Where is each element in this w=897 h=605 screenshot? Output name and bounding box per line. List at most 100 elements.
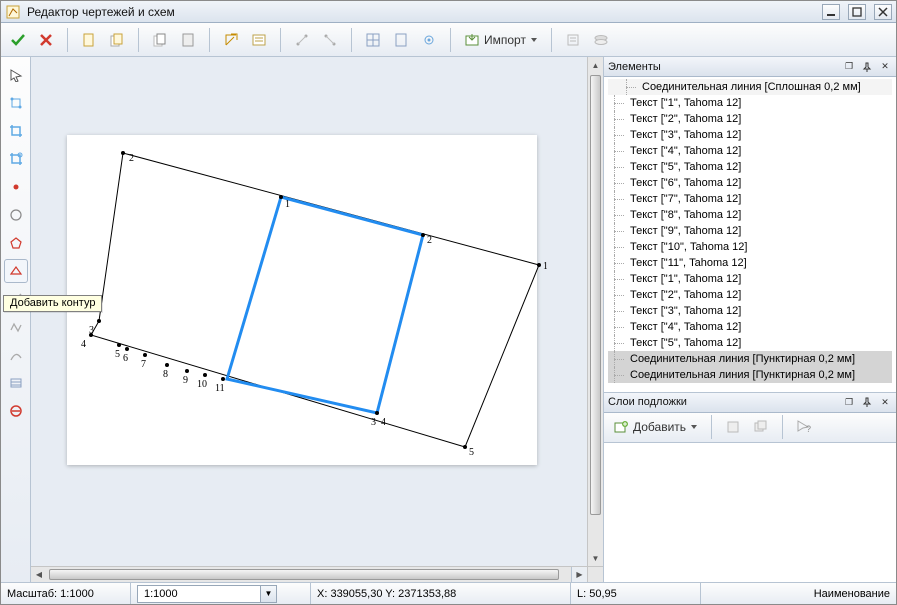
status-scale-combo-cell: 1:1000 ▼ bbox=[131, 583, 311, 604]
layer-up-button[interactable] bbox=[720, 414, 746, 440]
polyline-tool[interactable] bbox=[4, 315, 28, 339]
svg-text:?: ? bbox=[806, 424, 811, 434]
layer-help-button[interactable]: ? bbox=[791, 414, 817, 440]
tree-item[interactable]: Текст ["3", Tahoma 12] bbox=[608, 127, 892, 143]
cancel-button[interactable] bbox=[33, 27, 59, 53]
import-button[interactable]: Импорт bbox=[459, 27, 543, 53]
tree-item[interactable]: Соединительная линия [Пунктирная 0,2 мм] bbox=[608, 367, 892, 383]
layers-pin-button[interactable] bbox=[860, 395, 874, 409]
svg-text:2: 2 bbox=[427, 235, 432, 246]
pointer-tool[interactable] bbox=[4, 63, 28, 87]
crop-rotate-tool[interactable] bbox=[4, 147, 28, 171]
scale-combo[interactable]: 1:1000 ▼ bbox=[137, 585, 277, 603]
canvas-hscroll[interactable]: ◀▶ bbox=[31, 566, 587, 582]
svg-text:5: 5 bbox=[115, 349, 120, 360]
right-panels: Элементы ❐ ✕ Соединительная линия [Сплош… bbox=[603, 57, 896, 582]
forbid-tool[interactable] bbox=[4, 399, 28, 423]
crop-tool[interactable] bbox=[4, 119, 28, 143]
close-button[interactable] bbox=[874, 4, 892, 20]
tree-item[interactable]: Текст ["11", Tahoma 12] bbox=[608, 255, 892, 271]
page-button[interactable] bbox=[388, 27, 414, 53]
panel-close-button[interactable]: ✕ bbox=[878, 60, 892, 74]
app-icon bbox=[5, 4, 21, 20]
layers-undock-button[interactable]: ❐ bbox=[842, 395, 856, 409]
status-name: Наименование bbox=[701, 583, 896, 604]
circle-tool[interactable] bbox=[4, 203, 28, 227]
svg-text:3: 3 bbox=[371, 417, 376, 428]
elements-panel-head: Элементы ❐ ✕ bbox=[604, 57, 896, 77]
properties-button[interactable] bbox=[246, 27, 272, 53]
tree-item[interactable]: Текст ["2", Tahoma 12] bbox=[608, 111, 892, 127]
add-contour-tool[interactable] bbox=[4, 259, 28, 283]
canvas-vscroll[interactable]: ▲▼ bbox=[587, 57, 603, 566]
tree-item[interactable]: Текст ["1", Tahoma 12] bbox=[608, 271, 892, 287]
status-coords: X: 339055,30 Y: 2371353,88 bbox=[311, 583, 571, 604]
vertex-tool[interactable] bbox=[4, 91, 28, 115]
curve-tool[interactable] bbox=[4, 343, 28, 367]
scroll-corner bbox=[587, 566, 603, 582]
copy-button[interactable] bbox=[147, 27, 173, 53]
tree-item[interactable]: Текст ["6", Tahoma 12] bbox=[608, 175, 892, 191]
layers-toolbar: Добавить ? bbox=[604, 413, 896, 443]
add-layer-label: Добавить bbox=[633, 420, 686, 434]
history-button[interactable] bbox=[560, 27, 586, 53]
svg-text:5: 5 bbox=[469, 447, 474, 458]
tree-item[interactable]: Текст ["4", Tahoma 12] bbox=[608, 143, 892, 159]
new-doc-button[interactable] bbox=[76, 27, 102, 53]
app-window: Редактор чертежей и схем Импорт bbox=[0, 0, 897, 605]
tree-item[interactable]: Текст ["7", Tahoma 12] bbox=[608, 191, 892, 207]
layers-title: Слои подложки bbox=[608, 396, 838, 408]
tree-item[interactable]: Текст ["8", Tahoma 12] bbox=[608, 207, 892, 223]
layers-button[interactable] bbox=[588, 27, 614, 53]
tree-item[interactable]: Соединительная линия [Пунктирная 0,2 мм] bbox=[608, 351, 892, 367]
paste-button[interactable] bbox=[175, 27, 201, 53]
point-tool[interactable] bbox=[4, 175, 28, 199]
table-tool[interactable] bbox=[4, 371, 28, 395]
snap2-button[interactable] bbox=[317, 27, 343, 53]
tree-item[interactable]: Текст ["3", Tahoma 12] bbox=[608, 303, 892, 319]
tree-item[interactable]: Соединительная линия [Сплошная 0,2 мм] bbox=[608, 79, 892, 95]
ok-button[interactable] bbox=[5, 27, 31, 53]
grid-button[interactable] bbox=[360, 27, 386, 53]
tree-item[interactable]: Текст ["9", Tahoma 12] bbox=[608, 223, 892, 239]
panel-undock-button[interactable]: ❐ bbox=[842, 60, 856, 74]
add-layer-button[interactable]: Добавить bbox=[608, 414, 703, 440]
svg-text:9: 9 bbox=[183, 375, 188, 386]
svg-text:6: 6 bbox=[123, 353, 128, 364]
import-label: Импорт bbox=[484, 33, 526, 47]
svg-text:11: 11 bbox=[215, 383, 225, 394]
svg-text:1: 1 bbox=[285, 199, 290, 210]
main-toolbar: Импорт bbox=[1, 23, 896, 57]
layers-body[interactable] bbox=[604, 443, 896, 582]
duplicate-button[interactable] bbox=[104, 27, 130, 53]
titlebar: Редактор чертежей и схем bbox=[1, 1, 896, 23]
elements-tree[interactable]: Соединительная линия [Сплошная 0,2 мм]Те… bbox=[604, 77, 896, 393]
status-length: L: 50,95 bbox=[571, 583, 701, 604]
window-title: Редактор чертежей и схем bbox=[27, 5, 175, 19]
chevron-down-icon[interactable]: ▼ bbox=[260, 586, 276, 602]
tree-item[interactable]: Текст ["4", Tahoma 12] bbox=[608, 319, 892, 335]
main-area: Добавить контур 2 1 5 1 2 3 4 bbox=[1, 57, 896, 582]
scale-combo-value: 1:1000 bbox=[138, 588, 260, 600]
status-scale-label: Масштаб: 1:1000 bbox=[1, 583, 131, 604]
layers-panel-head: Слои подложки ❐ ✕ bbox=[604, 393, 896, 413]
layer-copy-button[interactable] bbox=[748, 414, 774, 440]
transform-button[interactable] bbox=[218, 27, 244, 53]
panel-pin-button[interactable] bbox=[860, 60, 874, 74]
tree-item[interactable]: Текст ["1", Tahoma 12] bbox=[608, 95, 892, 111]
tree-item[interactable]: Текст ["5", Tahoma 12] bbox=[608, 335, 892, 351]
chevron-down-icon bbox=[690, 423, 698, 431]
chevron-down-icon bbox=[530, 36, 538, 44]
tree-item[interactable]: Текст ["2", Tahoma 12] bbox=[608, 287, 892, 303]
settings-button[interactable] bbox=[416, 27, 442, 53]
layers-close-button[interactable]: ✕ bbox=[878, 395, 892, 409]
canvas-wrap: 2 1 5 1 2 3 4 3 4 5 6 7 8 9 10 11 bbox=[31, 57, 603, 582]
snap1-button[interactable] bbox=[289, 27, 315, 53]
tree-item[interactable]: Текст ["5", Tahoma 12] bbox=[608, 159, 892, 175]
svg-text:10: 10 bbox=[197, 379, 207, 390]
tree-item[interactable]: Текст ["10", Tahoma 12] bbox=[608, 239, 892, 255]
canvas-area[interactable]: 2 1 5 1 2 3 4 3 4 5 6 7 8 9 10 11 bbox=[31, 57, 603, 582]
maximize-button[interactable] bbox=[848, 4, 866, 20]
minimize-button[interactable] bbox=[822, 4, 840, 20]
polygon-tool[interactable] bbox=[4, 231, 28, 255]
